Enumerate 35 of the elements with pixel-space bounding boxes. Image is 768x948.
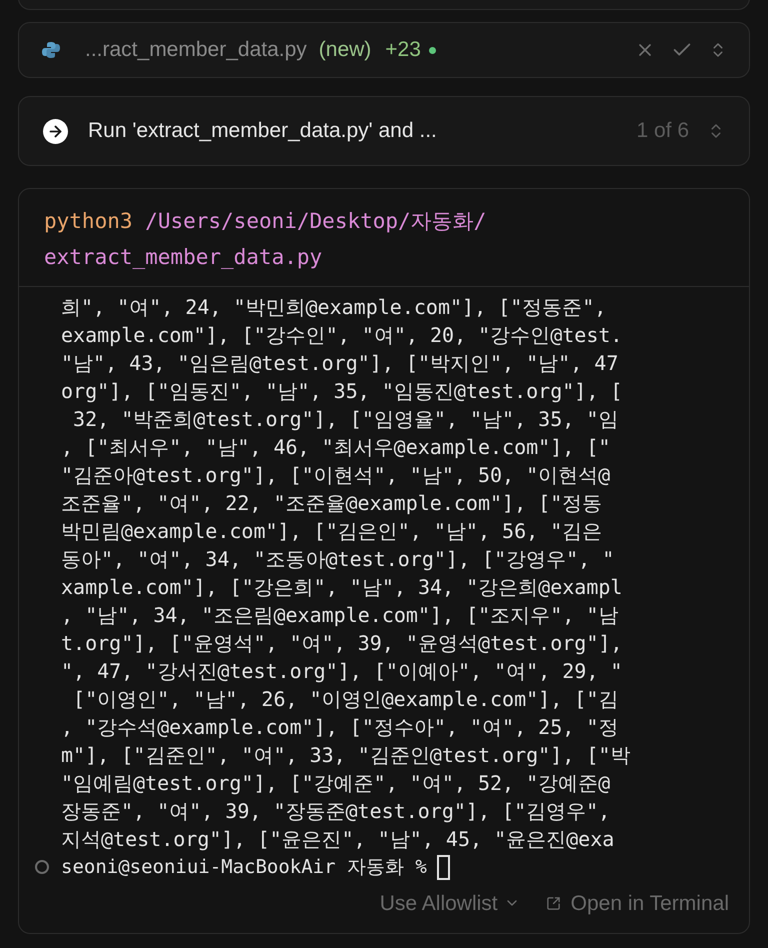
terminal-output-line: , ["최서우", "남", 46, "최서우@example.com"], [" bbox=[61, 434, 610, 461]
terminal-output-line: "김준아@test.org"], ["이현석", "남", 50, "이현석@ bbox=[61, 462, 610, 489]
command-path: /Users/seoni/Desktop/자동화/ bbox=[145, 209, 486, 233]
terminal-output-line: org"], ["임동진", "남", 35, "임동진@test.org"], [ bbox=[61, 378, 622, 405]
snake-logo-icon bbox=[41, 40, 61, 60]
external-link-icon bbox=[546, 896, 561, 911]
terminal-output-line: , "강수석@example.com"], ["정수아", "여", 25, "정 bbox=[61, 714, 618, 741]
terminal-output-line: ", 47, "강서진@test.org"], ["이예아", "여", 29, " bbox=[61, 658, 622, 685]
terminal-output-line: t.org"], ["윤영석", "여", 39, "윤영석@test.org"], bbox=[61, 630, 622, 657]
prompt-status-icon bbox=[35, 860, 49, 874]
terminal-output-line: 조준율", "여", 22, "조준율@example.com"], ["정동 bbox=[61, 490, 602, 517]
file-name: ...ract_member_data.py bbox=[85, 37, 307, 64]
terminal-output-line: 동아", "여", 34, "조동아@test.org"], ["강영우", " bbox=[61, 546, 614, 573]
added-lines-count: +23 bbox=[385, 37, 421, 64]
terminal-output-line: ["이영인", "남", 26, "이영인@example.com"], ["김 bbox=[72, 686, 618, 713]
terminal-output-line: "남", 43, "임은림@test.org"], ["박지인", "남", 47 bbox=[61, 350, 618, 377]
command-file: extract_member_data.py bbox=[44, 245, 322, 269]
allowlist-dropdown[interactable]: Use Allowlist bbox=[380, 888, 520, 919]
terminal-output-line: example.com"], ["강수인", "여", 20, "강수인@test. bbox=[61, 322, 622, 349]
terminal-output-line: , "남", 34, "조은림@example.com"], ["조지우", "남 bbox=[61, 602, 618, 629]
terminal-output-line: m"], ["김준인", "여", 33, "김준인@test.org"], ["박 bbox=[61, 742, 630, 769]
terminal-output-line: 32, "박준희@test.org"], ["임영율", "남", 35, "임 bbox=[72, 406, 618, 433]
step-counter: 1 of 6 bbox=[636, 118, 689, 144]
terminal-output-line: 희", "여", 24, "박민희@example.com"], ["정동준", bbox=[61, 294, 606, 321]
file-status: (new) bbox=[318, 37, 372, 64]
terminal-output-line: "임예림@test.org"], ["강예준", "여", 52, "강예준@ bbox=[61, 770, 610, 797]
terminal-output-line: 장동준", "여", 39, "장동준@test.org"], ["김영우", bbox=[61, 798, 610, 825]
shell-prompt: seoni@seoniui-MacBookAir 자동화 % bbox=[61, 855, 427, 880]
text-cursor bbox=[436, 854, 450, 880]
terminal-output-line: 지석@test.org"], ["윤은진", "남", 45, "윤은진@exa bbox=[61, 826, 614, 853]
run-step-label: Run 'extract_member_data.py' and ... bbox=[88, 118, 437, 144]
terminal-output-line: 박민림@example.com"], ["김은인", "남", 56, "김은 bbox=[61, 518, 602, 545]
command-program: python3 bbox=[44, 209, 133, 233]
open-terminal-button[interactable]: Open in Terminal bbox=[546, 888, 729, 919]
terminal-output-line: xample.com"], ["강은희", "남", 34, "강은희@exampl bbox=[61, 574, 622, 601]
